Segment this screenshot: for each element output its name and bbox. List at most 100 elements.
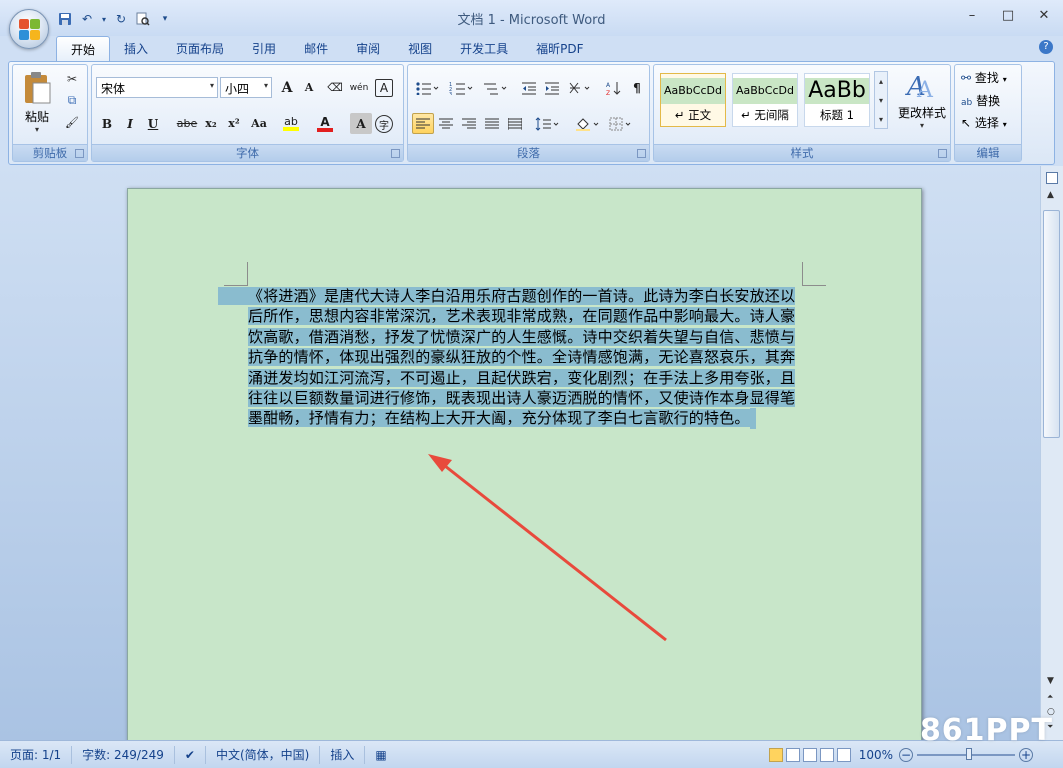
style-heading-1-name: 标题 1 xyxy=(820,108,854,122)
align-right-icon[interactable] xyxy=(458,113,480,134)
print-layout-view-icon[interactable] xyxy=(768,747,783,762)
font-name-value: 宋体 xyxy=(101,82,126,96)
format-painter-icon[interactable]: 🖌 xyxy=(61,112,83,133)
highlight-icon[interactable]: ab xyxy=(280,113,302,134)
zoom-in-icon[interactable]: + xyxy=(1019,747,1033,762)
selected-text[interactable]: 《将进酒》是唐代大诗人李白沿用乐府古题创作的一首诗。此诗为李白长安放还以后所作，… xyxy=(218,287,796,428)
style-no-spacing[interactable]: AaBbCcDd ↵ 无间隔 xyxy=(732,73,798,127)
increase-indent-icon[interactable] xyxy=(541,77,563,98)
superscript-icon[interactable]: x² xyxy=(223,113,245,134)
clear-format-icon[interactable]: ⌫ xyxy=(324,77,346,98)
font-size-combo[interactable]: 小四 ▾ xyxy=(220,77,272,98)
subscript-icon[interactable]: x₂ xyxy=(200,113,222,134)
paste-button[interactable]: 粘贴 ▾ xyxy=(17,69,57,139)
chinese-layout-icon[interactable] xyxy=(566,77,596,98)
bullets-icon[interactable] xyxy=(412,77,442,98)
style-normal[interactable]: AaBbCcDd ↵ 正文 xyxy=(660,73,726,127)
show-marks-icon[interactable]: ¶ xyxy=(626,77,648,98)
prev-page-icon[interactable]: ⏶ xyxy=(1047,692,1053,702)
tab-5[interactable]: 审阅 xyxy=(342,36,394,62)
replace-label: 替换 xyxy=(976,94,1001,108)
full-reading-view-icon[interactable] xyxy=(785,747,800,762)
document-paragraph[interactable]: 《将进酒》是唐代大诗人李白沿用乐府古题创作的一首诗。此诗为李白长安放还以后所作，… xyxy=(218,286,804,429)
font-name-combo[interactable]: 宋体 ▾ xyxy=(96,77,218,98)
style-normal-name: ↵ 正文 xyxy=(674,108,712,122)
decrease-indent-icon[interactable] xyxy=(518,77,540,98)
cut-icon[interactable]: ✂ xyxy=(61,68,83,89)
maximize-button[interactable]: □ xyxy=(997,8,1019,23)
numbering-icon[interactable]: 123 xyxy=(446,77,476,98)
font-launcher-icon[interactable] xyxy=(391,149,400,158)
clipboard-group: 粘贴 ▾ ✂ ⧉ 🖌 剪贴板 xyxy=(12,64,88,162)
shading-icon[interactable] xyxy=(572,113,602,134)
change-styles-button[interactable]: AA 更改样式 ▾ xyxy=(894,69,950,135)
grow-font-icon[interactable]: A xyxy=(276,77,298,98)
macro-record-icon[interactable]: ▦ xyxy=(365,746,396,764)
align-left-icon[interactable] xyxy=(412,113,434,134)
styles-more-icon[interactable]: ▾ xyxy=(875,110,887,129)
tab-6[interactable]: 视图 xyxy=(394,36,446,62)
scroll-thumb[interactable] xyxy=(1043,210,1060,438)
zoom-slider[interactable] xyxy=(917,747,1015,760)
font-color-icon[interactable]: A xyxy=(314,113,336,134)
language[interactable]: 中文(简体，中国) xyxy=(206,745,321,764)
outline-view-icon[interactable] xyxy=(819,747,834,762)
character-shading-icon[interactable]: A xyxy=(350,113,372,134)
underline-icon[interactable]: U xyxy=(142,113,164,134)
tab-3[interactable]: 引用 xyxy=(238,36,290,62)
zoom-out-icon[interactable]: − xyxy=(899,747,913,762)
character-border-icon[interactable]: A xyxy=(375,79,393,97)
change-case-icon[interactable]: Aa xyxy=(248,113,270,134)
enclose-characters-icon[interactable]: 字 xyxy=(375,115,393,133)
style-heading-1-preview: AaBb xyxy=(805,78,869,104)
draft-view-icon[interactable] xyxy=(836,747,851,762)
insert-mode[interactable]: 插入 xyxy=(320,745,366,764)
align-center-icon[interactable] xyxy=(435,113,457,134)
distribute-icon[interactable] xyxy=(504,113,526,134)
zoom-slider-thumb[interactable] xyxy=(966,747,972,760)
italic-icon[interactable]: I xyxy=(119,113,141,134)
tab-8[interactable]: 福昕PDF xyxy=(522,36,597,62)
strikethrough-icon[interactable]: abe xyxy=(176,113,198,134)
web-layout-view-icon[interactable] xyxy=(802,747,817,762)
phonetic-guide-icon[interactable]: wén xyxy=(348,77,370,98)
zoom-level[interactable]: 100% xyxy=(859,748,893,762)
vertical-scrollbar[interactable]: ▲ ▼ ⏶ ○ ⏷ xyxy=(1040,166,1063,740)
line-spacing-icon[interactable] xyxy=(532,113,562,134)
paragraph-launcher-icon[interactable] xyxy=(637,149,646,158)
replace-button[interactable]: ab 替换 xyxy=(961,92,1000,109)
highlight-label: ab xyxy=(284,115,298,128)
styles-down-icon[interactable]: ▾ xyxy=(875,91,887,110)
tab-2[interactable]: 页面布局 xyxy=(162,36,238,62)
page-count[interactable]: 页面: 1/1 xyxy=(0,745,73,764)
ribbon: 粘贴 ▾ ✂ ⧉ 🖌 剪贴板 宋体 ▾ 小四 ▾ A A ⌫ wén A B I U… xyxy=(8,61,1055,165)
shrink-font-icon[interactable]: A xyxy=(298,77,320,98)
tab-1[interactable]: 插入 xyxy=(110,36,162,62)
copy-icon[interactable]: ⧉ xyxy=(61,90,83,111)
scroll-up-icon[interactable]: ▲ xyxy=(1047,190,1054,200)
close-button[interactable]: ✕ xyxy=(1033,8,1055,23)
ruler-toggle-icon[interactable] xyxy=(1046,172,1058,184)
tab-4[interactable]: 邮件 xyxy=(290,36,342,62)
proofing-icon[interactable]: ✔ xyxy=(175,745,206,764)
scroll-down-icon[interactable]: ▼ xyxy=(1047,676,1054,686)
multilevel-list-icon[interactable] xyxy=(480,77,510,98)
find-button[interactable]: ⚯ 查找 ▾ xyxy=(961,69,1007,86)
help-icon[interactable]: ? xyxy=(1039,40,1053,54)
clipboard-launcher-icon[interactable] xyxy=(75,149,84,158)
borders-icon[interactable] xyxy=(606,113,636,134)
tab-0[interactable]: 开始 xyxy=(56,36,111,62)
select-button[interactable]: ↖ 选择 ▾ xyxy=(961,114,1007,131)
office-button[interactable] xyxy=(9,9,49,49)
justify-icon[interactable] xyxy=(481,113,503,134)
styles-launcher-icon[interactable] xyxy=(938,149,947,158)
word-count[interactable]: 字数: 249/249 xyxy=(72,745,175,764)
minimize-button[interactable]: – xyxy=(961,8,983,23)
sort-icon[interactable]: AZ xyxy=(602,77,624,98)
bold-icon[interactable]: B xyxy=(96,113,118,134)
style-heading-1[interactable]: AaBb 标题 1 xyxy=(804,73,870,127)
document-page[interactable]: 《将进酒》是唐代大诗人李白沿用乐府古题创作的一首诗。此诗为李白长安放还以后所作，… xyxy=(127,188,922,740)
svg-text:Z: Z xyxy=(606,90,610,96)
tab-7[interactable]: 开发工具 xyxy=(446,36,522,62)
styles-up-icon[interactable]: ▴ xyxy=(875,72,887,91)
